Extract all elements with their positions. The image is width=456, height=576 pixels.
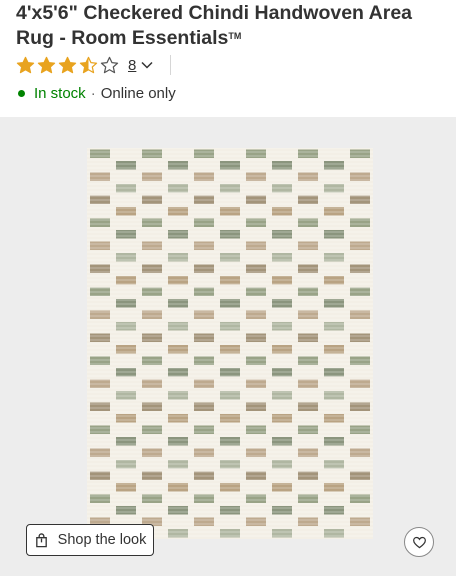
star-icon [16,56,35,73]
heart-icon [412,536,426,548]
shopping-bag-icon [35,532,47,547]
rug-check-block [272,230,292,239]
rug-check-block [350,241,370,250]
rug-check-block [350,149,370,158]
rug-check-block [324,506,344,515]
shop-the-look-label: Shop the look [57,532,147,548]
rug-check-block [272,414,292,423]
rug-check-block [142,149,162,158]
rug-check-block [116,230,136,239]
rug-check-block [168,322,188,331]
rug-check-block [90,241,110,250]
rug-check-block [142,333,162,342]
rug-check-block [272,322,292,331]
star-icon [37,56,56,73]
rug-check-block [246,241,266,250]
chevron-down-icon[interactable] [140,58,154,72]
rug-check-block [298,517,318,526]
product-image-area[interactable]: Shop the look [0,117,456,576]
rug-check-block [246,425,266,434]
availability-separator: · [90,84,96,102]
in-stock-dot-icon [18,89,25,97]
rug-check-block [350,517,370,526]
rug-check-block [116,506,136,515]
shop-the-look-button[interactable]: Shop the look [26,524,154,556]
product-title-text: 4'x5'6" Checkered Chindi Handwoven Area … [16,2,413,49]
rug-check-block [142,241,162,250]
availability-row: In stock · Online only [18,83,176,103]
rug-product-image[interactable] [87,148,373,539]
star-rating[interactable] [16,56,119,75]
rug-check-block [220,322,240,331]
rug-check-block [168,230,188,239]
fulfillment-channel: Online only [100,84,176,102]
rug-check-block [298,241,318,250]
rug-check-block [194,149,214,158]
rug-check-block [220,506,240,515]
rug-check-block [194,241,214,250]
star-icon [79,56,98,73]
product-title: 4'x5'6" Checkered Chindi Handwoven Area … [16,2,444,50]
review-count-link[interactable]: 8 [128,57,136,74]
rug-check-block [298,425,318,434]
rug-check-block [324,414,344,423]
rug-check-block [90,149,110,158]
rug-check-block [298,149,318,158]
rug-check-block [90,425,110,434]
rug-check-block [324,322,344,331]
rug-check-block [350,333,370,342]
rug-check-block [220,230,240,239]
rug-check-block [298,333,318,342]
rug-check-block [350,425,370,434]
rug-check-block [246,149,266,158]
rug-check-block [168,414,188,423]
rug-check-block [220,414,240,423]
rating-divider [170,55,172,75]
rug-check-block [116,322,136,331]
rug-check-block [116,414,136,423]
star-icon [58,56,77,73]
star-icon [100,56,119,73]
rug-check-block [194,425,214,434]
trademark-mark: TM [228,31,242,41]
rug-check-block [246,517,266,526]
rug-check-block [90,333,110,342]
rating-row[interactable]: 8 [16,54,172,76]
rug-check-block [324,230,344,239]
favorite-button[interactable] [404,527,434,557]
rug-check-block [168,506,188,515]
rug-check-block [246,333,266,342]
rug-check-block [142,425,162,434]
rug-check-block [272,506,292,515]
rug-check-block [194,517,214,526]
rug-check-block [194,333,214,342]
stock-status: In stock [34,84,86,102]
